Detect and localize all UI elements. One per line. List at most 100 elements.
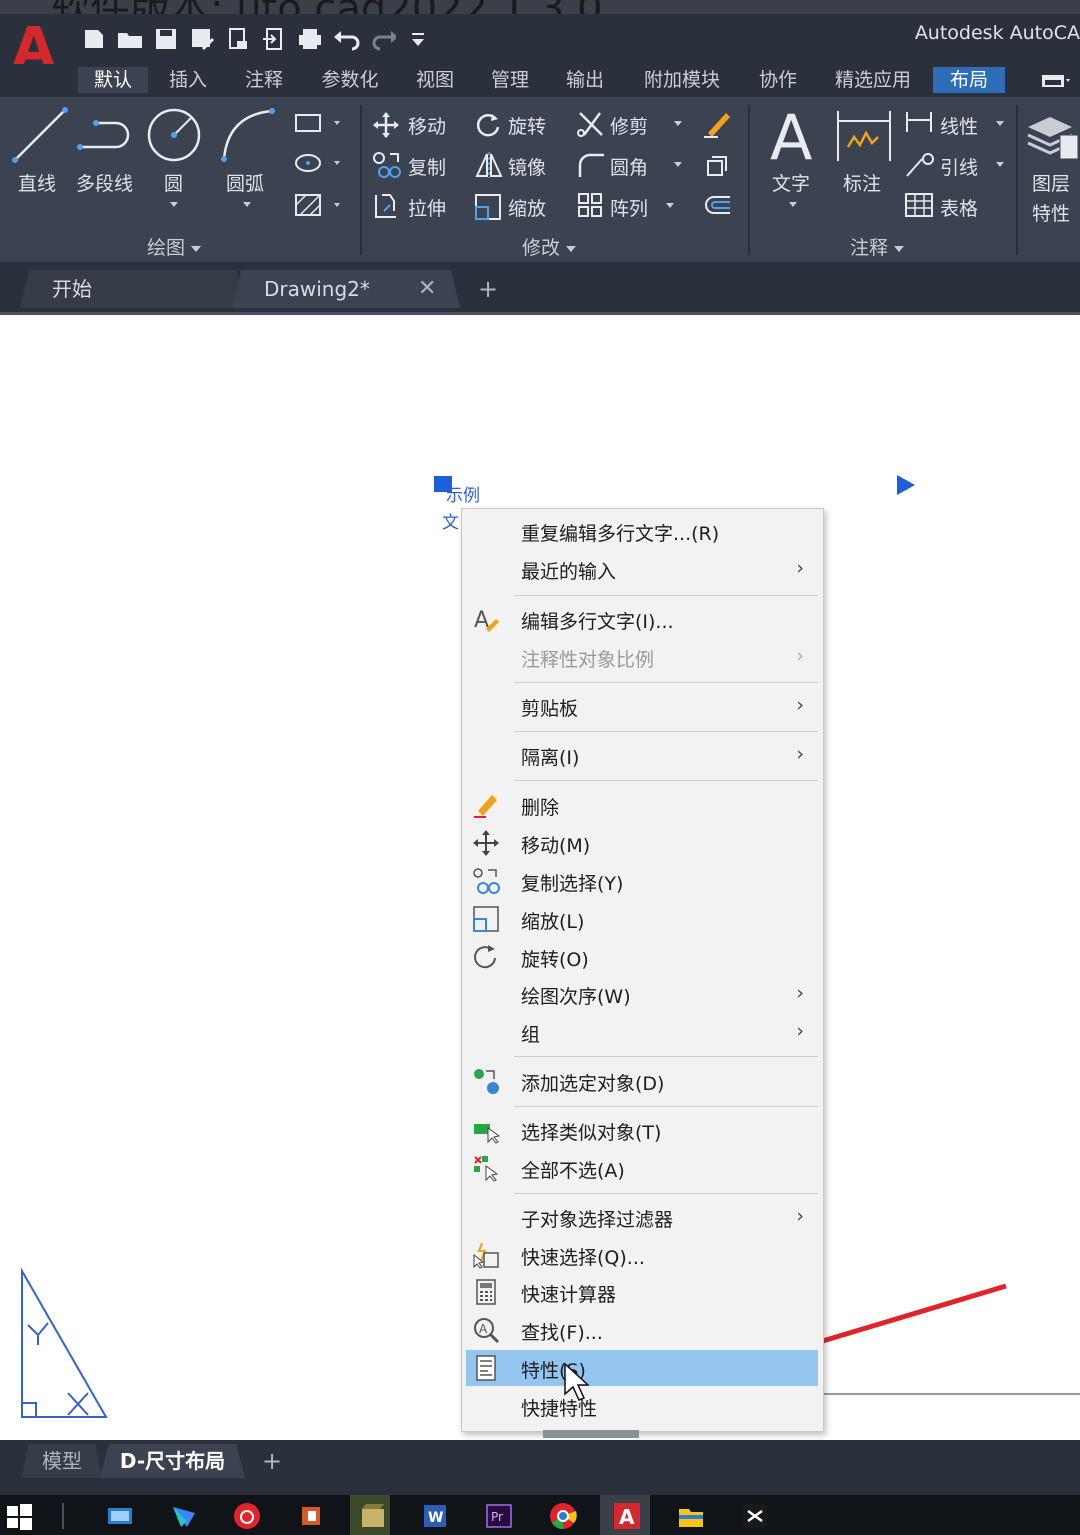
undo-icon[interactable] — [332, 26, 360, 52]
netease-music-icon[interactable] — [232, 1501, 262, 1531]
save-icon[interactable] — [152, 26, 180, 52]
array-dropdown-icon[interactable] — [666, 203, 674, 208]
line-tool-label[interactable]: 直线 — [18, 169, 56, 196]
arc-dropdown-icon[interactable] — [243, 202, 251, 207]
leader-dropdown-icon[interactable] — [996, 162, 1004, 167]
mirror-label[interactable]: 镜像 — [508, 153, 546, 180]
menu-item-annotative-scale[interactable]: 注释性对象比例 › — [466, 639, 818, 675]
arrow-grip-icon[interactable] — [894, 473, 918, 501]
menu-item-group[interactable]: 组 › — [466, 1014, 818, 1050]
capcut-icon[interactable] — [740, 1501, 770, 1531]
move-icon[interactable] — [372, 111, 400, 143]
open-folder-icon[interactable] — [116, 26, 144, 52]
arc-tool-label[interactable]: 圆弧 — [226, 169, 264, 196]
premiere-icon[interactable]: Pr — [484, 1501, 514, 1531]
arc-tool-icon[interactable] — [218, 105, 278, 169]
menu-item-scale[interactable]: 缩放(L) — [466, 901, 818, 937]
tab-start[interactable]: 开始 — [20, 270, 245, 308]
tab-output[interactable]: 输出 — [557, 67, 613, 93]
menu-item-copy-selection[interactable]: 复制选择(Y) — [466, 863, 818, 899]
menu-item-move[interactable]: 移动(M) — [466, 825, 818, 861]
layer-label[interactable]: 图层 — [1032, 169, 1070, 196]
dimension-tool-icon[interactable] — [834, 107, 894, 167]
polyline-tool-icon[interactable] — [76, 111, 136, 165]
file-explorer-icon[interactable] — [676, 1501, 706, 1531]
dimension-tool-label[interactable]: 标注 — [843, 169, 881, 196]
trim-label[interactable]: 修剪 — [610, 112, 648, 139]
chrome-icon[interactable] — [548, 1501, 578, 1531]
tab-default[interactable]: 默认 — [78, 67, 148, 93]
menu-item-repeat-edit-mtext[interactable]: 重复编辑多行文字...(R) — [466, 513, 818, 549]
fillet-icon[interactable] — [576, 151, 606, 183]
annotation-panel-title[interactable]: 注释 — [850, 233, 905, 260]
video-editor-icon[interactable] — [358, 1501, 388, 1531]
leader-icon[interactable] — [904, 151, 936, 183]
export-icon[interactable] — [224, 26, 252, 52]
trim-dropdown-icon[interactable] — [674, 121, 682, 126]
tab-annotate[interactable]: 注释 — [236, 67, 292, 93]
linear-dim-icon[interactable] — [904, 109, 934, 139]
tab-manage[interactable]: 管理 — [482, 67, 538, 93]
menu-item-draw-order[interactable]: 绘图次序(W) › — [466, 976, 818, 1012]
mirror-icon[interactable] — [474, 151, 504, 183]
array-label[interactable]: 阵列 — [610, 194, 648, 221]
trim-icon[interactable] — [576, 109, 606, 143]
leader-label[interactable]: 引线 — [940, 153, 978, 180]
new-file-icon[interactable] — [80, 26, 108, 52]
menu-item-clipboard[interactable]: 剪贴板 › — [466, 688, 818, 724]
circle-tool-icon[interactable] — [145, 105, 205, 169]
polyline-tool-label[interactable]: 多段线 — [76, 169, 133, 196]
text-tool-icon[interactable]: A — [768, 101, 818, 174]
close-icon[interactable]: ✕ — [418, 270, 436, 308]
menu-item-edit-mtext[interactable]: A 编辑多行文字(I)... — [466, 601, 818, 637]
array-icon[interactable] — [576, 191, 606, 225]
layer-properties-label[interactable]: 特性 — [1032, 199, 1070, 226]
menu-item-select-similar[interactable]: 选择类似对象(T) — [466, 1112, 818, 1148]
redo-icon[interactable] — [368, 26, 396, 52]
linear-dropdown-icon[interactable] — [996, 121, 1004, 126]
table-icon[interactable] — [904, 191, 934, 223]
stretch-icon[interactable] — [372, 191, 402, 225]
menu-item-quick-calc[interactable]: 快速计算器 — [466, 1274, 818, 1310]
menu-item-erase[interactable]: 删除 — [466, 787, 818, 823]
ellipse-tool-icon[interactable] — [292, 151, 342, 179]
feishu-icon[interactable] — [169, 1501, 199, 1531]
draw-panel-title[interactable]: 绘图 — [147, 233, 202, 260]
office-icon[interactable] — [296, 1501, 326, 1531]
menu-item-quick-select[interactable]: 快速选择(Q)... — [466, 1237, 818, 1273]
import-icon[interactable] — [260, 26, 288, 52]
fillet-dropdown-icon[interactable] — [674, 162, 682, 167]
word-icon[interactable]: W — [420, 1501, 450, 1531]
plot-icon[interactable] — [296, 26, 324, 52]
rotate-label[interactable]: 旋转 — [508, 112, 546, 139]
hatch-tool-icon[interactable] — [292, 191, 342, 223]
tab-d-size-layout[interactable]: D-尺寸布局 — [100, 1444, 245, 1478]
tab-model[interactable]: 模型 — [22, 1444, 102, 1478]
menu-item-properties[interactable]: 特性(S) — [466, 1350, 818, 1386]
menu-item-quick-properties[interactable]: 快捷特性 — [466, 1388, 818, 1424]
tab-collaborate[interactable]: 协作 — [750, 67, 806, 93]
menu-item-isolate[interactable]: 隔离(I) › — [466, 737, 818, 773]
circle-dropdown-icon[interactable] — [170, 202, 178, 207]
line-tool-icon[interactable] — [10, 105, 70, 169]
tab-featured-apps[interactable]: 精选应用 — [823, 67, 923, 93]
circle-tool-label[interactable]: 圆 — [164, 169, 183, 196]
copy-icon[interactable] — [372, 151, 402, 183]
scale-icon[interactable] — [474, 191, 504, 225]
autocad-taskbar-icon[interactable]: A — [612, 1501, 642, 1531]
ribbon-minimize-icon[interactable] — [1040, 72, 1070, 88]
menu-item-find[interactable]: A 查找(F)... — [466, 1312, 818, 1348]
tab-view[interactable]: 视图 — [407, 67, 463, 93]
menu-item-deselect-all[interactable]: 全部不选(A) — [466, 1150, 818, 1186]
new-tab-icon[interactable]: + — [478, 270, 498, 308]
rectangle-tool-icon[interactable] — [292, 111, 342, 139]
tab-layout[interactable]: 布局 — [933, 67, 1005, 93]
move-label[interactable]: 移动 — [408, 112, 446, 139]
add-layout-icon[interactable]: + — [262, 1444, 282, 1478]
linear-dim-label[interactable]: 线性 — [940, 112, 978, 139]
stretch-label[interactable]: 拉伸 — [408, 194, 446, 221]
layer-properties-icon[interactable] — [1024, 107, 1080, 167]
remote-desktop-icon[interactable] — [105, 1501, 135, 1531]
tab-insert[interactable]: 插入 — [160, 67, 216, 93]
text-dropdown-icon[interactable] — [789, 202, 797, 207]
